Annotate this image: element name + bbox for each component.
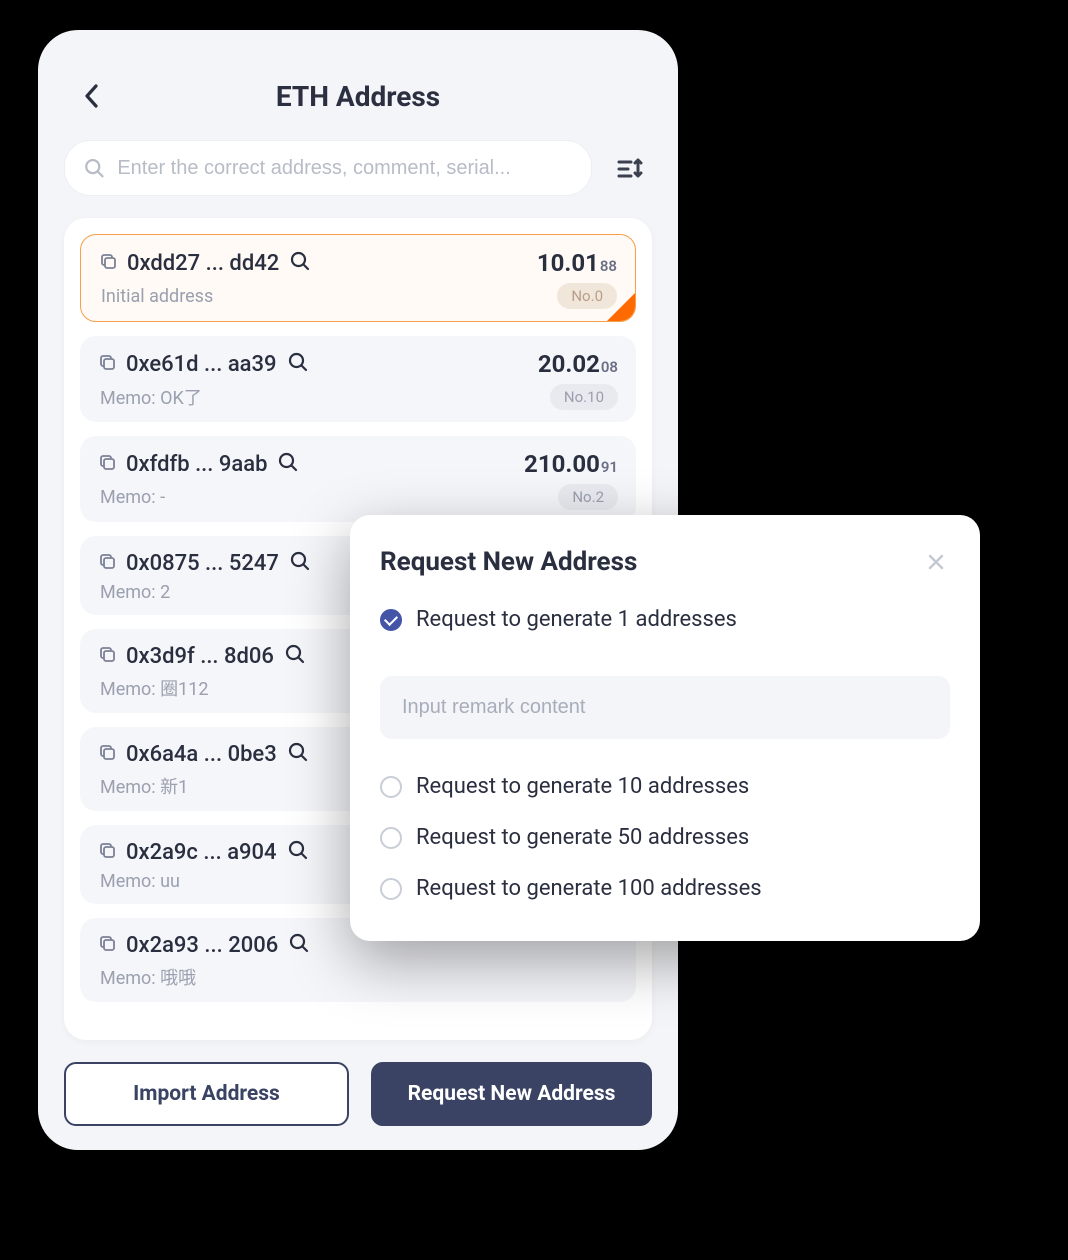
sequence-badge: No.2 — [558, 484, 618, 510]
balance-value: 20.0208 — [538, 350, 618, 378]
address-row-top: 0xe61d ... aa39 20.0208 — [98, 350, 618, 378]
balance-main: 210.00 — [524, 450, 600, 478]
generate-option[interactable]: Request to generate 1 addresses — [380, 607, 950, 632]
memo-text: Initial address — [101, 286, 213, 307]
radio-unchecked-icon[interactable] — [380, 878, 402, 900]
sort-icon — [615, 153, 645, 183]
balance-frac: 08 — [601, 358, 618, 376]
address-card[interactable]: 0xfdfb ... 9aab 210.0091 Memo: - No.2 — [80, 436, 636, 522]
address-row-bottom: Memo: OK了 No.10 — [98, 384, 618, 410]
address-text: 0x3d9f ... 8d06 — [126, 644, 274, 669]
generate-option[interactable]: Request to generate 10 addresses — [380, 774, 950, 799]
memo-text: Memo: - — [100, 487, 165, 508]
radio-unchecked-icon[interactable] — [380, 776, 402, 798]
address-text: 0x0875 ... 5247 — [126, 551, 279, 576]
balance-frac: 88 — [600, 257, 617, 275]
copy-icon[interactable] — [98, 453, 116, 475]
explorer-icon[interactable] — [289, 250, 311, 276]
option-label: Request to generate 10 addresses — [416, 774, 749, 799]
search-row — [64, 140, 652, 196]
explorer-icon[interactable] — [284, 643, 306, 669]
close-icon — [926, 552, 946, 572]
search-box[interactable] — [64, 140, 592, 196]
request-new-address-modal: Request New Address Request to generate … — [350, 515, 980, 941]
balance-frac: 91 — [601, 458, 618, 476]
address-text: 0x2a93 ... 2006 — [126, 933, 278, 958]
page-title: ETH Address — [276, 80, 440, 113]
import-address-button[interactable]: Import Address — [64, 1062, 349, 1126]
memo-text: Memo: 圈112 — [100, 675, 208, 701]
copy-icon[interactable] — [98, 841, 116, 863]
memo-text: Memo: 新1 — [100, 773, 188, 799]
explorer-icon[interactable] — [287, 351, 309, 377]
footer: Import Address Request New Address — [64, 1062, 652, 1126]
address-text: 0x2a9c ... a904 — [126, 840, 277, 865]
copy-icon[interactable] — [98, 353, 116, 375]
sort-button[interactable] — [608, 146, 652, 190]
modal-title: Request New Address — [380, 547, 637, 577]
search-icon — [83, 156, 105, 180]
address-card[interactable]: 0xe61d ... aa39 20.0208 Memo: OK了 No.10 — [80, 336, 636, 422]
radio-unchecked-icon[interactable] — [380, 827, 402, 849]
option-label: Request to generate 1 addresses — [416, 607, 737, 632]
address-row-bottom: Memo: - No.2 — [98, 484, 618, 510]
address-text: 0xe61d ... aa39 — [126, 352, 277, 377]
modal-close-button[interactable] — [922, 548, 950, 576]
balance-main: 20.02 — [538, 350, 600, 378]
generate-option[interactable]: Request to generate 100 addresses — [380, 876, 950, 901]
back-button[interactable] — [74, 78, 110, 114]
explorer-icon[interactable] — [277, 451, 299, 477]
option-label: Request to generate 100 addresses — [416, 876, 762, 901]
memo-text: Memo: uu — [100, 871, 180, 892]
memo-text: Memo: 2 — [100, 582, 170, 603]
address-text: 0xdd27 ... dd42 — [127, 251, 279, 276]
address-row-top: 0xdd27 ... dd42 10.0188 — [99, 249, 617, 277]
address-card[interactable]: 0xdd27 ... dd42 10.0188 Initial addressNo.… — [80, 234, 636, 322]
copy-icon[interactable] — [98, 743, 116, 765]
copy-icon[interactable] — [98, 552, 116, 574]
copy-icon[interactable] — [99, 252, 117, 274]
modal-header: Request New Address — [380, 547, 950, 577]
address-text: 0xfdfb ... 9aab — [126, 452, 267, 477]
address-row-bottom: Memo: 哦哦 — [98, 964, 618, 990]
radio-checked-icon[interactable] — [380, 609, 402, 631]
generate-option[interactable]: Request to generate 50 addresses — [380, 825, 950, 850]
sequence-badge: No.10 — [550, 384, 618, 410]
explorer-icon[interactable] — [287, 741, 309, 767]
address-text: 0x6a4a ... 0be3 — [126, 742, 277, 767]
memo-text: Memo: 哦哦 — [100, 964, 196, 990]
copy-icon[interactable] — [98, 934, 116, 956]
explorer-icon[interactable] — [289, 550, 311, 576]
search-input[interactable] — [117, 157, 573, 180]
address-row-top: 0xfdfb ... 9aab 210.0091 — [98, 450, 618, 478]
selected-corner-indicator — [607, 293, 635, 321]
request-new-address-button[interactable]: Request New Address — [371, 1062, 652, 1126]
explorer-icon[interactable] — [287, 839, 309, 865]
header: ETH Address — [64, 66, 652, 126]
address-row-bottom: Initial addressNo.0 — [99, 283, 617, 309]
explorer-icon[interactable] — [288, 932, 310, 958]
memo-text: Memo: OK了 — [100, 384, 202, 410]
balance-value: 210.0091 — [524, 450, 618, 478]
option-label: Request to generate 50 addresses — [416, 825, 749, 850]
copy-icon[interactable] — [98, 645, 116, 667]
balance-value: 10.0188 — [537, 249, 617, 277]
chevron-left-icon — [82, 82, 102, 110]
remark-input[interactable] — [380, 676, 950, 739]
balance-main: 10.01 — [537, 249, 599, 277]
